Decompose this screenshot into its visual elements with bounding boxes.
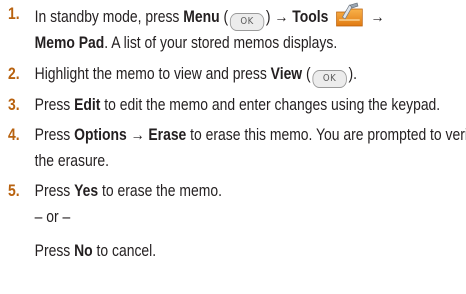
step-text: ( <box>219 8 229 26</box>
step-number: 1. <box>8 5 20 23</box>
step-1: 1. In standby mode, press Menu (OK) → To… <box>8 2 466 57</box>
step-text: ) → <box>265 8 293 26</box>
instruction-steps: 1. In standby mode, press Menu (OK) → To… <box>8 2 466 270</box>
view-label: View <box>270 64 303 83</box>
tools-icon <box>336 2 363 27</box>
step-text: ). <box>348 64 357 83</box>
step-text: Press <box>34 95 75 114</box>
step-text: Press <box>34 242 75 260</box>
tools-label: Tools <box>292 8 329 26</box>
arrow-text: → <box>370 8 385 26</box>
options-erase-label: Options → Erase <box>74 126 187 144</box>
step-text: . A list of your stored memos displays. <box>104 34 338 52</box>
or-separator: – or – <box>34 207 71 226</box>
edit-label: Edit <box>74 95 101 114</box>
step-number: 3. <box>8 95 20 114</box>
alternative-step: Press No to cancel. <box>35 239 466 265</box>
no-label: No <box>74 242 93 260</box>
step-text: to erase the memo. <box>98 182 222 200</box>
step-4: 4. Press Options → Erase to erase this m… <box>8 123 466 174</box>
step-5: 5. Press Yes to erase the memo. – or – P… <box>8 179 466 265</box>
step-text: In standby mode, press <box>34 8 184 26</box>
step-number: 5. <box>8 182 20 200</box>
step-2: 2. Highlight the memo to view and press … <box>8 62 466 88</box>
step-text: Press <box>34 126 75 144</box>
ok-key-icon: OK <box>229 13 265 31</box>
ok-key-icon: OK <box>312 69 347 88</box>
step-text: to cancel. <box>92 242 157 260</box>
memo-pad-label: Memo Pad <box>34 34 105 52</box>
menu-key-label: Menu <box>183 8 220 26</box>
step-text: Press <box>34 182 75 200</box>
yes-label: Yes <box>74 182 99 200</box>
step-text: Highlight the memo to view and press <box>34 64 271 83</box>
step-number: 2. <box>8 64 20 83</box>
step-number: 4. <box>8 126 20 144</box>
step-3: 3. Press Edit to edit the memo and enter… <box>8 93 466 119</box>
step-text: ( <box>302 64 311 83</box>
step-text: to edit the memo and enter changes using… <box>100 95 441 114</box>
